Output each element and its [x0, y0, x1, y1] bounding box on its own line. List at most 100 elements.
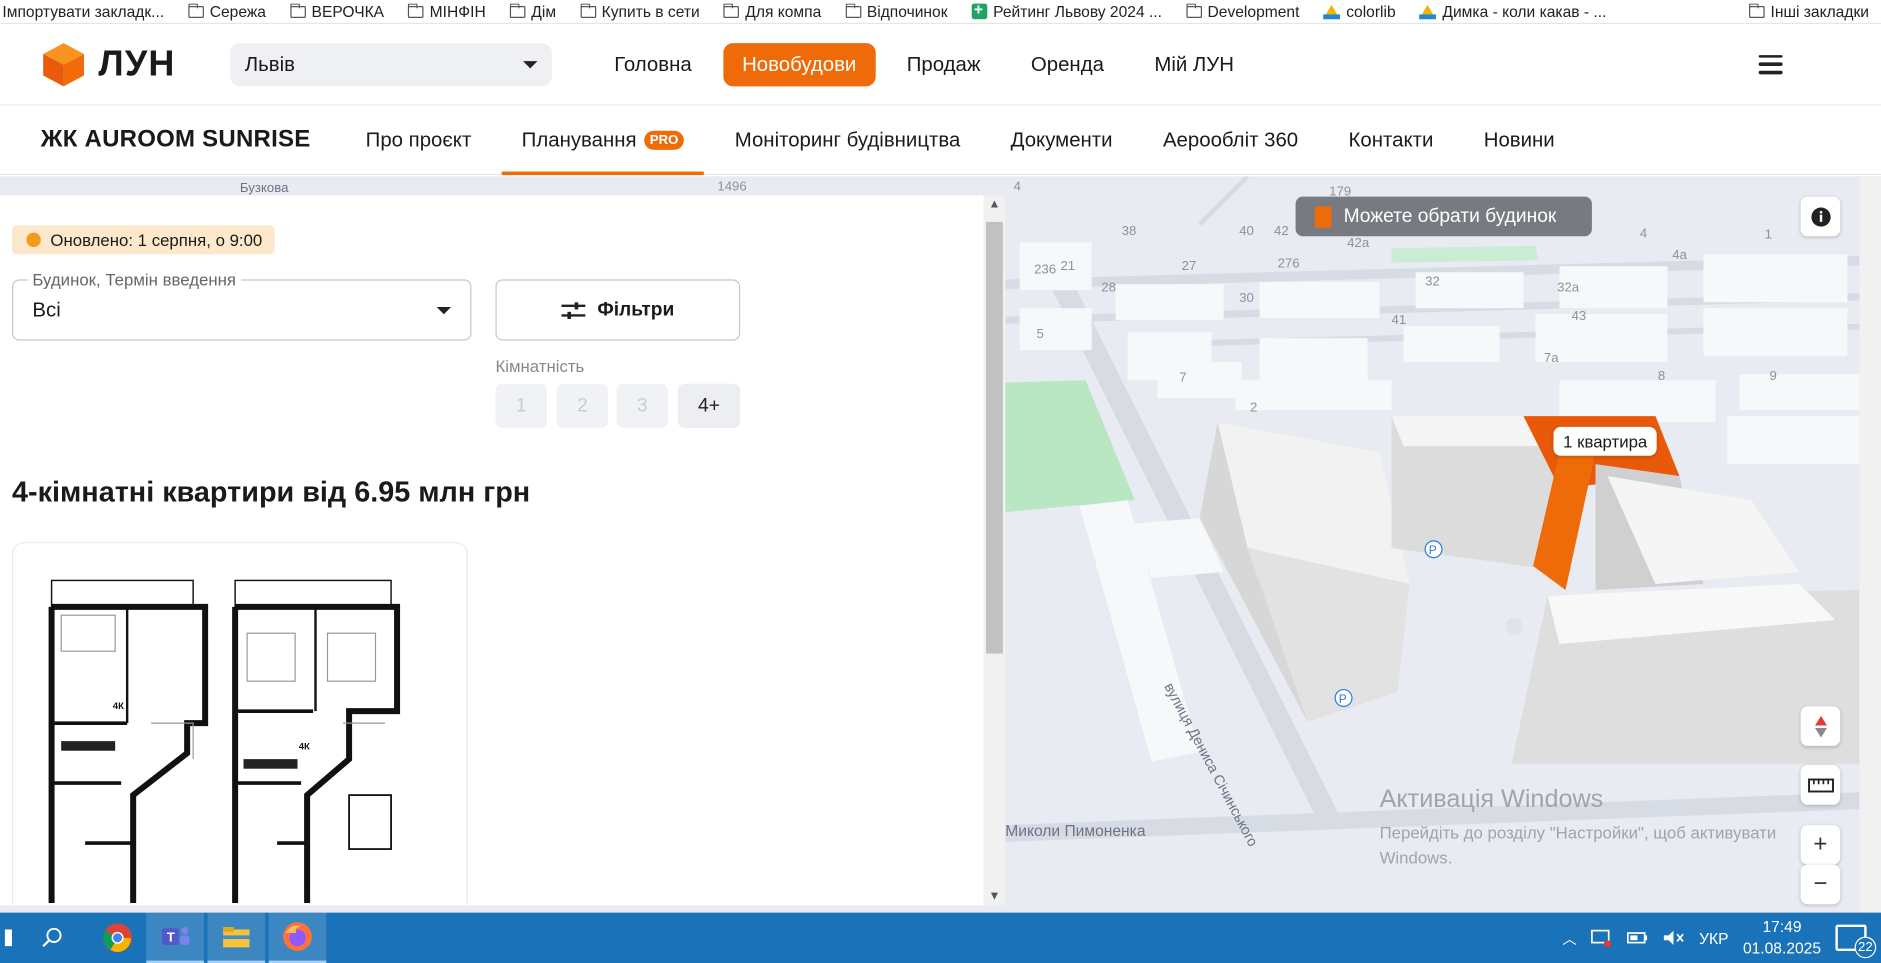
- chevron-up-icon[interactable]: ︿: [1562, 928, 1576, 948]
- status-dot-icon: [26, 232, 41, 248]
- taskbar-teams[interactable]: T: [146, 912, 204, 963]
- tab-label: Контакти: [1348, 127, 1434, 151]
- house-number: 7a: [1543, 351, 1559, 366]
- bookmark-folder[interactable]: Дім: [498, 2, 568, 20]
- network-icon[interactable]: [1591, 928, 1613, 948]
- house-number: 40: [1239, 224, 1254, 239]
- menu-item-my-lun[interactable]: Мій ЛУН: [1135, 43, 1253, 86]
- bookmark-label: Для компа: [745, 2, 822, 21]
- hamburger-menu-icon[interactable]: [1758, 54, 1783, 74]
- bookmark-label: Купить в сети: [601, 2, 700, 21]
- tab-aerial-360[interactable]: Аерообліт 360: [1163, 105, 1298, 175]
- updated-badge: Оновлено: 1 серпня, о 9:00: [11, 225, 275, 255]
- clock[interactable]: 17:49 01.08.2025: [1743, 916, 1821, 959]
- svg-text:4К: 4К: [113, 701, 124, 712]
- notifications-button[interactable]: 22: [1835, 924, 1877, 959]
- bookmark-folder[interactable]: МІНФІН: [396, 2, 498, 20]
- bookmark-label: МІНФІН: [429, 2, 486, 21]
- system-tray: ︿ УКР 17:49 01.08.2025 22: [1562, 916, 1881, 959]
- building-select-label: Будинок, Термін введення: [27, 269, 241, 290]
- bookmark-label: Імпортувати закладк...: [2, 2, 165, 21]
- house-number: 38: [1121, 224, 1137, 239]
- tab-label: Документи: [1010, 127, 1113, 151]
- tab-contacts[interactable]: Контакти: [1349, 105, 1434, 175]
- bookmark-import[interactable]: Імпортувати закладк...: [0, 2, 176, 20]
- house-number: 30: [1239, 291, 1254, 306]
- activation-text: Перейдіть до розділу "Настройки", щоб ак…: [1379, 822, 1777, 842]
- project-title: ЖК AUROOM SUNRISE: [40, 125, 311, 153]
- folder-icon: [580, 2, 596, 18]
- bookmark-folder[interactable]: Сережа: [176, 2, 278, 20]
- chevron-down-icon: [436, 307, 452, 315]
- tab-label: Моніторинг будівництва: [734, 127, 961, 151]
- apartment-card[interactable]: 4К 4К: [11, 542, 468, 906]
- building-select[interactable]: Будинок, Термін введення Всі: [11, 269, 472, 341]
- bookmark-label: Димка - коли какав - ...: [1442, 2, 1607, 21]
- search-button[interactable]: [17, 913, 89, 963]
- bookmark-label: colorlib: [1346, 2, 1396, 21]
- info-icon: [1810, 206, 1831, 227]
- scroll-down-icon[interactable]: ▼: [988, 890, 1000, 903]
- rooms-label: Кімнатність: [495, 356, 585, 376]
- taskbar-explorer[interactable]: [207, 912, 266, 963]
- taskbar-firefox[interactable]: [268, 912, 327, 963]
- bookmark-drive[interactable]: Димка - коли какав - ...: [1408, 2, 1619, 20]
- svg-text:P: P: [1339, 692, 1347, 706]
- battery-icon[interactable]: [1627, 931, 1649, 945]
- menu-item-new-buildings[interactable]: Новобудови: [722, 42, 876, 86]
- rooms-option-1[interactable]: 1: [495, 383, 548, 429]
- bookmark-folder[interactable]: Відпочинок: [833, 2, 959, 20]
- menu-item-rent[interactable]: Оренда: [1012, 43, 1123, 86]
- page-scrollbar[interactable]: [1859, 176, 1881, 913]
- panel-scrollbar[interactable]: ▲ ▼: [983, 195, 1006, 906]
- start-button[interactable]: [0, 913, 17, 963]
- house-number: 32: [1425, 274, 1440, 290]
- tab-planning[interactable]: Планування PRO: [501, 105, 705, 175]
- zoom-in-button[interactable]: +: [1800, 825, 1841, 865]
- tab-label: Про проєкт: [365, 127, 472, 151]
- tab-documents[interactable]: Документи: [1011, 105, 1113, 175]
- ruler-button[interactable]: [1800, 765, 1841, 805]
- building-tooltip[interactable]: 1 квартира: [1553, 426, 1657, 456]
- scroll-thumb[interactable]: [986, 221, 1003, 654]
- taskbar-chrome[interactable]: [89, 913, 147, 963]
- tab-monitoring[interactable]: Моніторинг будівництва: [735, 105, 961, 175]
- bookmark-folder[interactable]: Купить в сети: [568, 2, 712, 20]
- city-select[interactable]: Львів: [230, 42, 552, 86]
- info-button[interactable]: [1800, 196, 1841, 237]
- street-label: Бузкова: [239, 181, 289, 196]
- scroll-up-icon[interactable]: ▲: [988, 198, 1000, 211]
- site-logo[interactable]: ЛУН: [41, 40, 231, 88]
- compass-button[interactable]: [1800, 706, 1841, 746]
- house-number: 4: [1639, 226, 1648, 242]
- building-select-value: Всі: [32, 298, 61, 322]
- ruler-icon: [1807, 777, 1834, 792]
- bookmark-other[interactable]: Інші закладки: [1737, 2, 1881, 20]
- drive-icon: [1323, 4, 1341, 19]
- filters-button[interactable]: Фільтри: [495, 279, 741, 341]
- tab-label: Планування: [521, 127, 637, 151]
- menu-item-home[interactable]: Головна: [595, 43, 711, 86]
- house-number: 41: [1391, 313, 1407, 328]
- updated-text: Оновлено: 1 серпня, о 9:00: [50, 230, 263, 250]
- tab-news[interactable]: Новини: [1484, 105, 1555, 175]
- volume-muted-icon[interactable]: [1663, 929, 1685, 946]
- rooms-option-4plus[interactable]: 4+: [677, 383, 741, 429]
- bookmark-folder[interactable]: ВЕРОЧКА: [278, 2, 396, 20]
- bookmark-drive[interactable]: colorlib: [1311, 2, 1407, 20]
- tab-about[interactable]: Про проєкт: [366, 105, 472, 175]
- content-area: P P вулиця Дениса Січинського Миколи Пим…: [0, 176, 1881, 913]
- svg-text:4К: 4К: [299, 742, 310, 753]
- house-number: 42: [1273, 224, 1289, 239]
- rooms-option-3[interactable]: 3: [616, 383, 669, 429]
- bookmark-folder[interactable]: Development: [1174, 2, 1311, 20]
- bookmark-folder[interactable]: Для компа: [712, 2, 834, 20]
- bookmark-sheet[interactable]: Рейтинг Львову 2024 ...: [960, 0, 1174, 21]
- bookmark-label: Рейтинг Львову 2024 ...: [993, 2, 1162, 21]
- menu-item-sale[interactable]: Продаж: [888, 43, 1000, 86]
- floor-plan-image: 4К 4К: [48, 579, 401, 904]
- clock-date: 01.08.2025: [1742, 939, 1822, 958]
- rooms-option-2[interactable]: 2: [556, 383, 609, 429]
- zoom-out-button[interactable]: −: [1800, 864, 1841, 905]
- language-indicator[interactable]: УКР: [1699, 929, 1728, 947]
